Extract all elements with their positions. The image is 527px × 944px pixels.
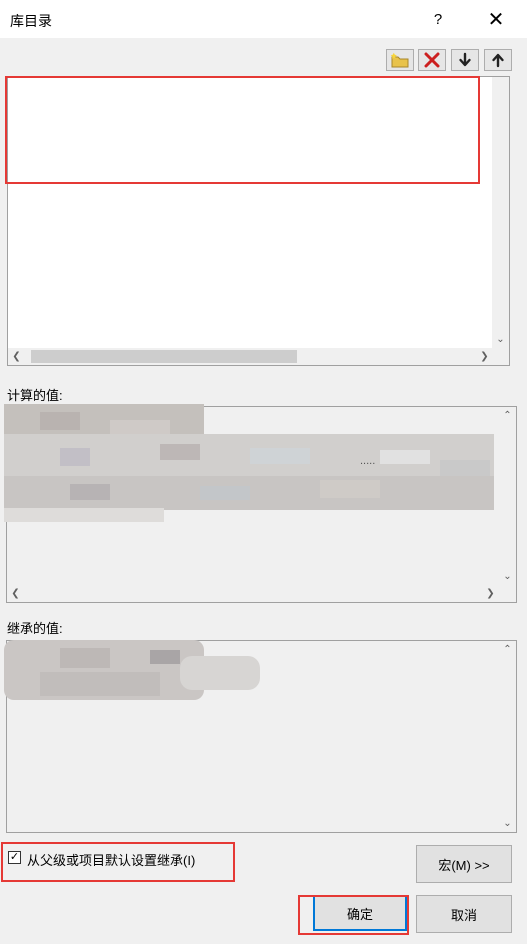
scroll-down-arrow-icon[interactable]: ⌄: [492, 331, 509, 348]
scroll-right-arrow-icon[interactable]: ❯: [476, 348, 493, 365]
delete-icon: [424, 52, 440, 68]
inherit-checkbox-label: 从父级或项目默认设置继承(I): [27, 853, 196, 868]
inherited-vertical-scrollbar[interactable]: ⌃ ⌄: [499, 641, 516, 832]
new-line-button[interactable]: [386, 49, 414, 71]
help-button[interactable]: ?: [415, 0, 461, 38]
list-horizontal-scrollbar[interactable]: ❮ ❯: [8, 348, 493, 365]
new-folder-icon: [390, 52, 409, 68]
scrollbar-corner: [492, 348, 509, 365]
move-down-icon: [459, 52, 471, 67]
directory-list[interactable]: ⌄ ❮ ❯: [7, 76, 510, 366]
scroll-left-arrow-icon[interactable]: ❮: [8, 348, 25, 365]
computed-values-label: 计算的值:: [7, 388, 63, 403]
computed-scroll-right-icon[interactable]: ❯: [482, 585, 499, 602]
computed-scroll-left-icon[interactable]: ❮: [7, 585, 24, 602]
move-up-icon: [492, 53, 504, 68]
ok-button[interactable]: 确定: [313, 895, 407, 931]
horizontal-scroll-thumb[interactable]: [31, 350, 297, 363]
move-up-button[interactable]: [484, 49, 512, 71]
computed-partial-text: .....: [360, 455, 376, 467]
inherit-checkbox[interactable]: ✓: [8, 851, 21, 864]
title-bar: 库目录 ? ✕: [0, 0, 527, 38]
move-down-button[interactable]: [451, 49, 479, 71]
macro-button[interactable]: 宏(M) >>: [416, 845, 512, 883]
computed-scroll-down-icon[interactable]: ⌄: [499, 568, 516, 585]
close-button[interactable]: ✕: [473, 0, 519, 38]
delete-button[interactable]: [418, 49, 446, 71]
inherited-values-label: 继承的值:: [7, 621, 63, 636]
inherited-scroll-down-icon[interactable]: ⌄: [499, 815, 516, 832]
computed-scroll-up-icon[interactable]: ⌃: [499, 407, 516, 424]
list-vertical-scrollbar[interactable]: ⌄: [492, 77, 509, 348]
computed-horizontal-scrollbar[interactable]: ❮ ❯: [7, 585, 499, 602]
inherited-scroll-up-icon[interactable]: ⌃: [499, 641, 516, 658]
window-title: 库目录: [10, 13, 52, 29]
cancel-button[interactable]: 取消: [416, 895, 512, 933]
computed-vertical-scrollbar[interactable]: ⌃ ⌄: [499, 407, 516, 585]
